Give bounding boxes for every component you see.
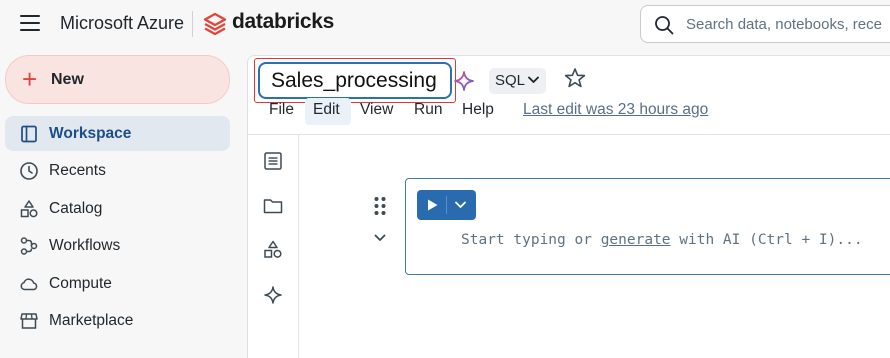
- cell-placeholder: Start typing or generate with AI (Ctrl +…: [461, 232, 863, 248]
- drag-handle-icon[interactable]: [373, 196, 387, 216]
- catalog-icon[interactable]: [262, 239, 284, 261]
- menu-run[interactable]: Run: [414, 101, 442, 119]
- menu-help[interactable]: Help: [462, 101, 494, 119]
- sidebar-item-workflows[interactable]: Workflows: [5, 228, 230, 263]
- code-cell[interactable]: Start typing or generate with AI (Ctrl +…: [405, 178, 890, 275]
- run-cell-button[interactable]: [417, 190, 476, 220]
- placeholder-text: Start typing or: [461, 232, 601, 248]
- language-selector[interactable]: SQL: [489, 68, 546, 94]
- store-icon: [20, 313, 38, 329]
- sidebar-item-marketplace[interactable]: Marketplace: [5, 303, 230, 338]
- menu-edit[interactable]: Edit: [313, 101, 340, 119]
- cloud-icon: [20, 278, 38, 291]
- notebook-panel: Sales_processing SQL File Edit View Run …: [247, 55, 890, 358]
- placeholder-text-end: with AI (Ctrl + I)...: [670, 232, 863, 248]
- menu-file[interactable]: File: [269, 101, 294, 119]
- workspace-icon: [21, 125, 37, 143]
- collapse-chevron-icon[interactable]: [373, 232, 387, 244]
- sidebar-item-label: Marketplace: [49, 312, 134, 329]
- sidebar-item-label: Compute: [49, 275, 112, 292]
- databricks-logo-icon: [203, 12, 227, 36]
- notebook-title-input[interactable]: Sales_processing: [258, 62, 452, 99]
- ai-assistant-icon[interactable]: [453, 70, 475, 92]
- generate-link[interactable]: generate: [601, 232, 671, 248]
- notebook-title: Sales_processing: [271, 69, 437, 92]
- top-bar: Microsoft Azure databricks Search data, …: [0, 0, 890, 48]
- chevron-down-icon: [528, 76, 539, 83]
- sidebar-item-compute[interactable]: Compute: [5, 266, 230, 301]
- databricks-brand: databricks: [232, 10, 335, 33]
- chevron-down-icon[interactable]: [454, 200, 467, 210]
- new-button-label: New: [51, 71, 84, 88]
- folder-icon[interactable]: [262, 195, 284, 217]
- assistant-sparkle-icon[interactable]: [262, 284, 284, 306]
- title-highlight-box: Sales_processing: [254, 58, 456, 103]
- rail-divider: [298, 135, 299, 358]
- clock-icon: [20, 162, 38, 180]
- sidebar-item-label: Recents: [49, 162, 106, 179]
- sidebar-item-workspace[interactable]: Workspace: [5, 116, 230, 151]
- new-button[interactable]: + New: [5, 55, 230, 104]
- run-button-separator: [446, 196, 447, 214]
- language-label: SQL: [495, 72, 526, 89]
- search-placeholder: Search data, notebooks, rece: [686, 16, 882, 33]
- search-icon: [655, 16, 674, 35]
- catalog-icon: [20, 200, 38, 218]
- sidebar-item-recents[interactable]: Recents: [5, 153, 230, 188]
- plus-icon: +: [22, 64, 38, 94]
- toolbar-divider: [248, 134, 890, 135]
- workflows-icon: [20, 237, 38, 255]
- play-icon: [428, 199, 438, 211]
- menu-view[interactable]: View: [360, 101, 393, 119]
- brand-divider: [192, 11, 193, 37]
- table-of-contents-icon[interactable]: [262, 150, 284, 172]
- microsoft-azure-brand: Microsoft Azure: [60, 13, 185, 33]
- search-input[interactable]: Search data, notebooks, rece: [640, 5, 890, 43]
- sidebar-item-label: Workflows: [49, 237, 121, 254]
- sidebar-item-catalog[interactable]: Catalog: [5, 191, 230, 226]
- star-icon[interactable]: [564, 67, 586, 89]
- sidebar-item-label: Catalog: [49, 200, 103, 217]
- menu-icon[interactable]: [20, 15, 40, 31]
- last-edit-link[interactable]: Last edit was 23 hours ago: [523, 101, 708, 119]
- sidebar-item-label: Workspace: [49, 125, 132, 142]
